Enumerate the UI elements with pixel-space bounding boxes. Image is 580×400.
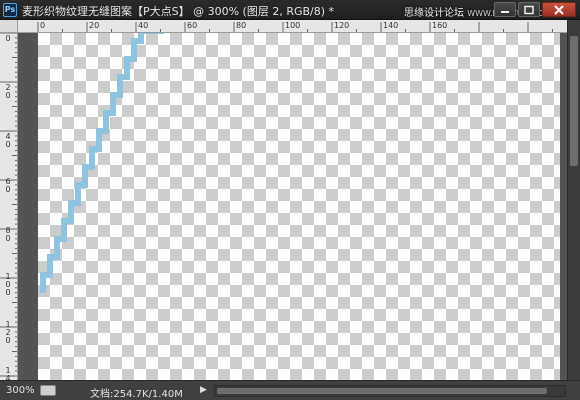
status-bar: 300% 文档:254.7K/1.40M ▶	[0, 380, 580, 400]
ruler-label: 20	[5, 83, 11, 100]
document-canvas[interactable]	[38, 33, 560, 380]
ruler-label: 40	[138, 21, 149, 30]
watermark-text: 思缘设计论坛	[404, 8, 464, 19]
ruler-label: 80	[5, 226, 11, 243]
ruler-label: 0	[40, 21, 46, 30]
document-size-info: 文档:254.7K/1.40M	[90, 389, 183, 400]
ruler-label: 60	[5, 177, 11, 194]
maximize-button[interactable]	[518, 2, 540, 17]
document-profile-icon[interactable]	[40, 385, 56, 396]
ruler-label: 160	[432, 21, 448, 30]
ruler-origin[interactable]	[0, 20, 18, 33]
ruler-label: 20	[89, 21, 100, 30]
ruler-label: 100	[285, 21, 301, 30]
ruler-label: 40	[5, 132, 11, 149]
canvas-workspace[interactable]	[18, 33, 567, 380]
stair-stroke	[40, 33, 164, 293]
ruler-label: 120	[5, 320, 11, 345]
document-title-bar[interactable]: Ps 麦形织物纹理无缝图案【P大点S】 @ 300% (图层 2, RGB/8)…	[0, 0, 580, 20]
vertical-scrollbar[interactable]	[567, 20, 580, 380]
vertical-scroll-thumb[interactable]	[570, 36, 578, 166]
zoom-level-field[interactable]: 300%	[6, 385, 35, 396]
horizontal-scroll-thumb[interactable]	[217, 388, 547, 394]
ruler-label: 140	[5, 366, 11, 381]
document-title: 麦形织物纹理无缝图案【P大点S】 @ 300% (图层 2, RGB/8) *	[22, 5, 335, 18]
stair-stroke-layer	[40, 33, 164, 293]
ruler-label: 80	[236, 21, 247, 30]
ruler-label: 120	[334, 21, 350, 30]
close-icon	[554, 4, 564, 15]
ruler-label: 0	[5, 34, 11, 43]
minimize-icon	[501, 10, 509, 13]
ruler-label: 100	[5, 272, 11, 297]
ruler-label: 60	[187, 21, 198, 30]
photoshop-logo-icon: Ps	[3, 3, 17, 17]
horizontal-ruler[interactable]: 0 20 40 60 80 100 120 140 160	[18, 20, 567, 33]
status-menu-arrow-icon[interactable]: ▶	[200, 385, 207, 395]
maximize-icon	[524, 5, 534, 14]
close-button[interactable]	[542, 2, 576, 17]
ruler-label: 140	[383, 21, 399, 30]
horizontal-scrollbar[interactable]	[214, 385, 566, 397]
vertical-ruler[interactable]: 0 20 40 60 80 100 120 140	[0, 33, 18, 380]
minimize-button[interactable]	[494, 2, 516, 17]
